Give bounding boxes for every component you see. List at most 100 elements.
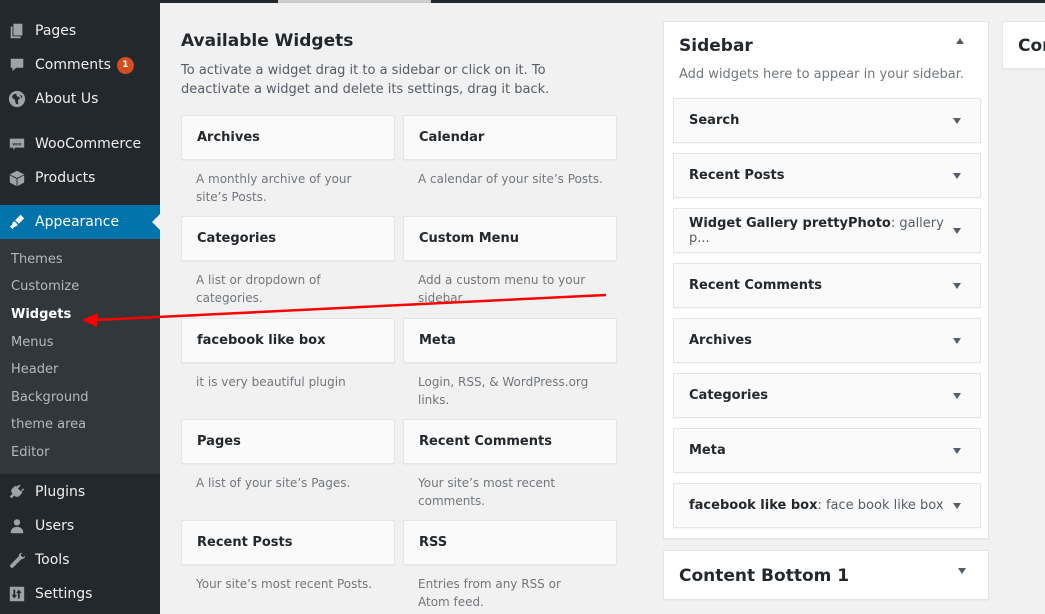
collapse-toggle[interactable] [956, 38, 966, 48]
chevron-down-icon [953, 447, 961, 454]
pages-icon [7, 21, 27, 41]
menu-item-pages[interactable]: Pages [0, 14, 160, 48]
expand-toggle[interactable] [951, 280, 963, 292]
admin-menu: Pages Comments 1 About Us woo WooCommerc… [0, 0, 160, 614]
widget-custom-menu[interactable]: Custom Menu [403, 216, 617, 261]
expand-toggle[interactable] [958, 568, 966, 574]
settings-icon [7, 584, 27, 604]
expand-toggle[interactable] [951, 170, 963, 182]
widget-description: Add a custom menu to your sidebar. [418, 273, 586, 305]
appearance-submenu: Themes Customize Widgets Menus Header Ba… [0, 239, 160, 474]
sidebar-area-title: Sidebar [679, 36, 753, 56]
widget-description: Your site’s most recent comments. [418, 476, 556, 508]
sidebar-widget-search[interactable]: Search [673, 98, 981, 143]
products-icon [7, 168, 27, 188]
sidebar-widget-recent-comments[interactable]: Recent Comments [673, 263, 981, 308]
widget-description: Entries from any RSS or Atom feed. [418, 577, 561, 609]
menu-item-label: Tools [35, 552, 70, 568]
menu-item-label: Settings [35, 586, 93, 602]
menu-item-comments[interactable]: Comments 1 [0, 48, 160, 82]
widget-area-title: Content Bottom 1 [679, 566, 850, 586]
plugins-icon [7, 482, 27, 502]
submenu-item-theme-area[interactable]: theme area [11, 417, 86, 432]
sidebar-widget-recent-posts[interactable]: Recent Posts [673, 153, 981, 198]
submenu-item-background[interactable]: Background [11, 390, 89, 405]
menu-item-label: Plugins [35, 484, 86, 500]
menu-item-tools[interactable]: Tools [0, 543, 160, 577]
submenu-item-themes[interactable]: Themes [11, 252, 63, 267]
widget-subtitle: : face book like box [817, 498, 944, 513]
widget-title: facebook like box [689, 498, 818, 513]
chevron-down-icon [953, 227, 962, 234]
woocommerce-icon: woo [7, 134, 27, 154]
widget-title: Categories [689, 388, 769, 403]
sidebar-widget-gallery-prettyphoto[interactable]: Widget Gallery prettyPhoto: gallery p... [673, 208, 981, 253]
comment-count-badge: 1 [116, 56, 134, 74]
widget-title: Archives [689, 333, 752, 348]
widget-description: A list of your site’s Pages. [196, 476, 351, 490]
expand-toggle[interactable] [951, 115, 963, 127]
widget-archives[interactable]: Archives [181, 115, 395, 160]
widget-title: Widget Gallery prettyPhoto [689, 215, 891, 231]
menu-item-label: Users [35, 518, 75, 534]
widget-title: Recent Comments [689, 278, 822, 293]
menu-item-label: Comments [35, 57, 111, 73]
sidebar-widget-area: Sidebar Add widgets here to appear in yo… [663, 21, 989, 539]
menu-item-users[interactable]: Users [0, 509, 160, 543]
expand-toggle[interactable] [951, 335, 963, 347]
sidebar-widget-meta[interactable]: Meta [673, 428, 981, 473]
widget-recent-posts[interactable]: Recent Posts [181, 520, 395, 565]
widget-description: A monthly archive of your site’s Posts. [196, 172, 352, 204]
sidebar-area-description: Add widgets here to appear in your sideb… [679, 67, 965, 82]
menu-item-appearance[interactable]: Appearance [0, 205, 160, 239]
expand-toggle[interactable] [952, 225, 963, 237]
widget-recent-comments[interactable]: Recent Comments [403, 419, 617, 464]
next-widget-area[interactable]: Cor [1002, 21, 1045, 69]
menu-item-label: Appearance [35, 214, 120, 230]
menu-item-products[interactable]: Products [0, 161, 160, 195]
widget-title: Search [689, 113, 740, 128]
users-icon [7, 516, 27, 536]
widget-title: Meta [689, 443, 726, 458]
globe-icon [7, 89, 27, 109]
sidebar-widget-archives[interactable]: Archives [673, 318, 981, 363]
submenu-item-header[interactable]: Header [11, 362, 58, 377]
chevron-down-icon [953, 282, 961, 289]
expand-toggle[interactable] [951, 445, 963, 457]
menu-item-label: Products [35, 170, 96, 186]
widget-categories[interactable]: Categories [181, 216, 395, 261]
chevron-down-icon [953, 172, 961, 179]
expand-toggle[interactable] [951, 500, 963, 512]
widget-calendar[interactable]: Calendar [403, 115, 617, 160]
menu-item-plugins[interactable]: Plugins [0, 475, 160, 509]
appearance-icon [7, 212, 27, 232]
menu-item-about-us[interactable]: About Us [0, 82, 160, 116]
widget-pages[interactable]: Pages [181, 419, 395, 464]
available-widgets-title: Available Widgets [181, 31, 354, 51]
widget-facebook-like-box[interactable]: facebook like box [181, 318, 395, 363]
sidebar-widget-facebook-like-box[interactable]: facebook like box: face book like box [673, 483, 981, 528]
submenu-item-editor[interactable]: Editor [11, 445, 49, 460]
svg-text:woo: woo [12, 141, 22, 146]
expand-toggle[interactable] [951, 390, 963, 402]
widget-rss[interactable]: RSS [403, 520, 617, 565]
available-widgets-description: To activate a widget drag it to a sideba… [181, 63, 550, 97]
menu-item-woocommerce[interactable]: woo WooCommerce [0, 127, 160, 161]
submenu-item-menus[interactable]: Menus [11, 335, 53, 350]
widget-meta[interactable]: Meta [403, 318, 617, 363]
chevron-down-icon [958, 568, 966, 574]
comments-icon [7, 55, 27, 75]
menu-item-settings[interactable]: Settings [0, 577, 160, 611]
submenu-item-widgets[interactable]: Widgets [11, 307, 71, 322]
content-bottom-1-area[interactable]: Content Bottom 1 [663, 550, 989, 600]
menu-item-label: Pages [35, 23, 77, 39]
chevron-down-icon [953, 392, 961, 399]
widget-description: A list or dropdown of categories. [196, 273, 321, 305]
submenu-item-customize[interactable]: Customize [11, 279, 79, 294]
menu-item-label: About Us [35, 91, 99, 107]
sidebar-widget-categories[interactable]: Categories [673, 373, 981, 418]
widget-area-title: Cor [1018, 36, 1045, 56]
widget-description: A calendar of your site’s Posts. [418, 172, 603, 186]
tools-icon [7, 550, 27, 570]
top-tab-strip [278, 0, 431, 3]
